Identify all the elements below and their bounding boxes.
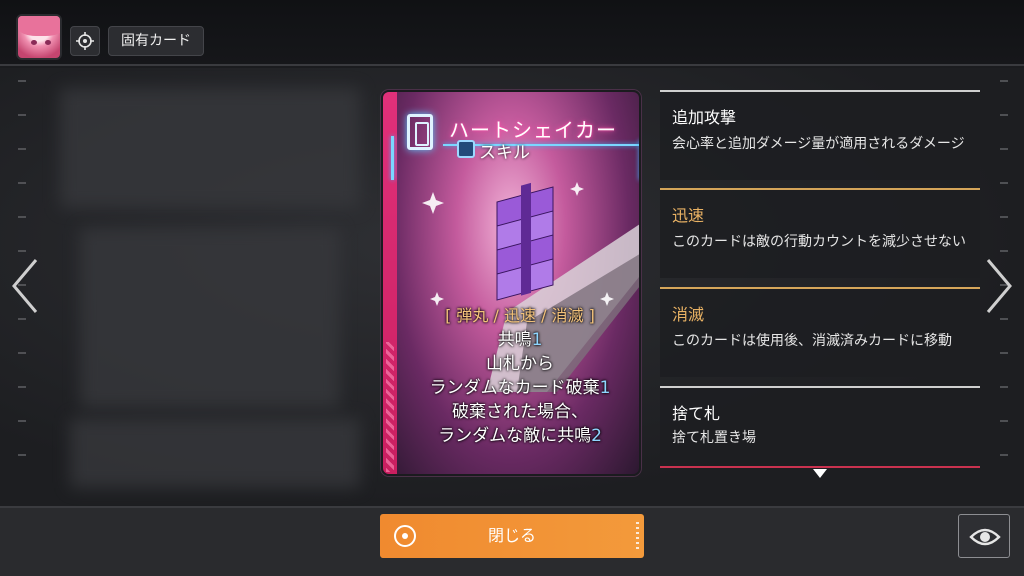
glossary-entry: 追加攻撃 会心率と追加ダメージ量が適用されるダメージ bbox=[660, 90, 980, 180]
effect-line: ランダムなカード破棄1 bbox=[429, 378, 611, 398]
effect-line: 破棄された場合、 bbox=[452, 402, 588, 422]
glossary-desc: 捨て札置き場 bbox=[672, 430, 756, 446]
card-keywords: [ 弾丸 / 迅速 / 消滅 ] bbox=[445, 306, 595, 325]
glossary-desc: 会心率と追加ダメージ量が適用されるダメージ bbox=[672, 136, 965, 152]
card-view[interactable]: ハートシェイカー スキル [ 弾丸 / 迅速 / 消滅 ] 共鳴1 山札から ラ… bbox=[381, 90, 641, 476]
card-effect-text: [ 弾丸 / 迅速 / 消滅 ] 共鳴1 山札から ランダムなカード破棄1 破棄… bbox=[397, 304, 639, 448]
effect-line: 共鳴1 bbox=[497, 330, 543, 350]
glossary-entry-next bbox=[660, 466, 980, 468]
glossary-desc: このカードは敵の行動カウントを減少させない bbox=[672, 234, 966, 250]
chevron-left-icon[interactable] bbox=[10, 256, 40, 316]
top-bar: 固有カード bbox=[0, 0, 1024, 66]
unique-card-tag: 固有カード bbox=[108, 26, 204, 56]
card-name: ハートシェイカー bbox=[449, 118, 617, 142]
keyword-glossary-panel[interactable]: 追加攻撃 会心率と追加ダメージ量が適用されるダメージ 迅速 このカードは敵の行動… bbox=[660, 90, 980, 468]
glossary-entry: 迅速 このカードは敵の行動カウントを減少させない bbox=[660, 188, 980, 278]
glossary-title: 追加攻撃 bbox=[672, 108, 737, 127]
eye-icon bbox=[969, 528, 1001, 546]
glossary-title: 消滅 bbox=[672, 305, 705, 324]
effect-line: 山札から bbox=[486, 354, 554, 374]
chevron-right-icon[interactable] bbox=[984, 256, 1014, 316]
close-button[interactable]: 閉じる bbox=[380, 514, 644, 558]
card-header: ハートシェイカー スキル bbox=[387, 114, 639, 180]
effect-line: ランダムな敵に共鳴2 bbox=[438, 426, 602, 446]
ammo-stack bbox=[496, 182, 554, 301]
card-cost-icon bbox=[407, 114, 433, 150]
glossary-title: 迅速 bbox=[672, 206, 705, 225]
glossary-entry: 捨て札 捨て札置き場 bbox=[660, 386, 980, 460]
skill-type-icon bbox=[457, 140, 475, 158]
glossary-desc: このカードは使用後、消滅済みカードに移動 bbox=[672, 333, 952, 349]
glossary-entry: 消滅 このカードは使用後、消滅済みカードに移動 bbox=[660, 287, 980, 377]
card-type: スキル bbox=[479, 143, 530, 163]
character-avatar[interactable] bbox=[16, 14, 62, 60]
eye-button[interactable] bbox=[958, 514, 1010, 558]
button-grip-dots bbox=[636, 522, 639, 550]
close-button-label: 閉じる bbox=[487, 526, 536, 545]
glossary-title: 捨て札 bbox=[672, 404, 721, 423]
target-icon bbox=[76, 32, 94, 50]
scroll-down-icon[interactable] bbox=[813, 469, 827, 478]
target-button[interactable] bbox=[70, 26, 100, 56]
